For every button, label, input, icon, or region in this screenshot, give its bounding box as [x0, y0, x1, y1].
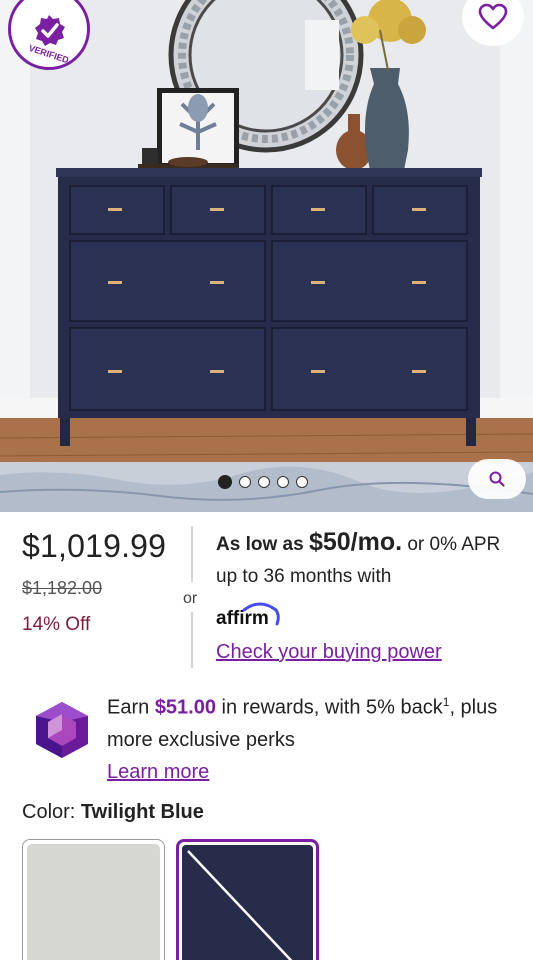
gallery-dot[interactable] [277, 476, 289, 488]
svg-text:affirm: affirm [216, 608, 269, 628]
learn-more-link[interactable]: Learn more [107, 761, 209, 783]
wayfair-verified-badge: VERIFIED [8, 0, 90, 70]
color-label: Color: Twilight Blue [22, 801, 204, 824]
rewards-description: in rewards, with 5% back [221, 696, 443, 719]
color-swatch-gray[interactable] [22, 839, 165, 960]
affirm-logo-icon: affirm [216, 602, 280, 629]
or-separator: or [183, 590, 198, 607]
divider [191, 612, 193, 668]
check-buying-power-link[interactable]: Check your buying power [216, 641, 442, 664]
gallery-dot[interactable] [258, 476, 270, 488]
swatch-fill [182, 845, 313, 960]
affirm-logo: affirm [216, 600, 282, 633]
financing-offer: As low as $50/mo. or 0% APR up to 36 mon… [216, 526, 526, 593]
rewards-text: Earn $51.00 in rewards, with 5% back1, p… [107, 686, 527, 788]
unavailable-strike-icon [187, 848, 298, 960]
selected-color: Twilight Blue [80, 801, 204, 823]
rewards-amount: $51.00 [154, 696, 216, 719]
svg-text:VERIFIED: VERIFIED [28, 43, 71, 65]
monthly-price: $50/mo. [308, 528, 403, 556]
current-price: $1,019.99 [22, 528, 167, 564]
gallery-dot[interactable] [296, 476, 308, 488]
dresser-photo [0, 0, 533, 512]
gem-icon [36, 702, 88, 758]
zoom-button[interactable] [468, 459, 526, 499]
original-price: $1,182.00 [22, 578, 103, 598]
heart-icon [478, 3, 508, 30]
rewards-section: Earn $51.00 in rewards, with 5% back1, p… [0, 680, 533, 790]
search-icon [489, 471, 505, 487]
earn-label: Earn [107, 696, 150, 719]
gallery-dot[interactable] [218, 475, 232, 489]
gallery-pagination[interactable] [218, 475, 308, 489]
verified-check-icon: VERIFIED [28, 15, 71, 65]
divider [191, 526, 193, 582]
price-section: $1,019.99 $1,182.00 14% Off or As low as… [0, 512, 533, 677]
gallery-dot[interactable] [239, 476, 251, 488]
swatch-fill [27, 844, 160, 960]
product-image[interactable]: VERIFIED [0, 0, 533, 512]
color-label-prefix: Color: [22, 801, 76, 823]
color-swatch-twilight-blue[interactable] [176, 839, 319, 960]
as-low-as-label: As low as [216, 534, 304, 555]
discount-label: 14% Off [22, 614, 91, 635]
